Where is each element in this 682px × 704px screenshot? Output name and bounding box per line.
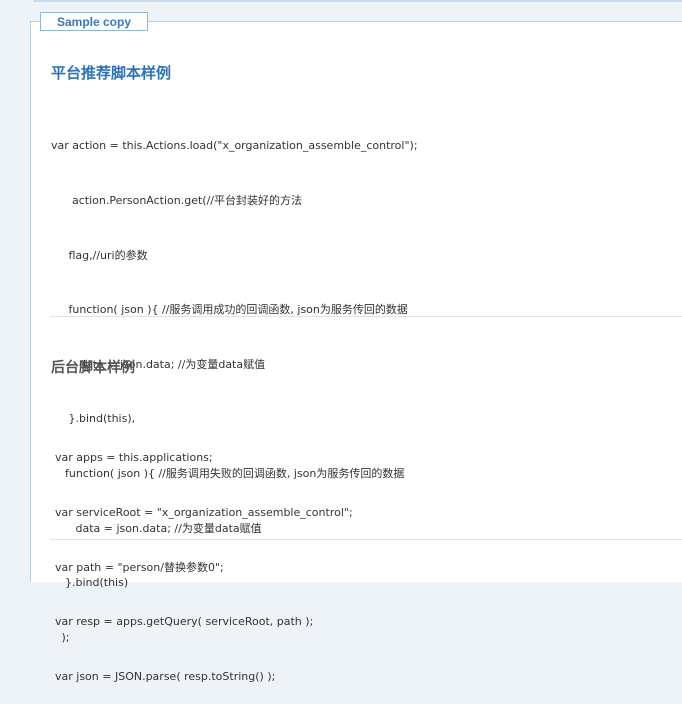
section-divider (50, 316, 682, 317)
front-script-title: 平台推荐脚本样例 (51, 64, 172, 82)
code-line: action.PersonAction.get(//平台封装好的方法 (51, 194, 303, 208)
code-line: var resp = apps.getQuery( serviceRoot, p… (55, 615, 314, 629)
code-line: var path = "person/替换参数0"; (55, 560, 224, 574)
back-script-title: 后台脚本样例 (51, 360, 135, 376)
code-line: flag,//uri的参数 (51, 248, 148, 262)
code-line: var action = this.Actions.load("x_organi… (51, 139, 418, 153)
top-border (33, 0, 682, 2)
code-line: var json = JSON.parse( resp.toString() )… (55, 669, 276, 683)
code-line: var apps = this.applications; (55, 451, 213, 465)
section-divider (50, 539, 682, 540)
tab-sample-copy[interactable]: Sample copy (40, 12, 148, 31)
code-line: var serviceRoot = "x_organization_assemb… (55, 506, 353, 520)
back-script-code: var apps = this.applications; var servic… (55, 413, 353, 704)
